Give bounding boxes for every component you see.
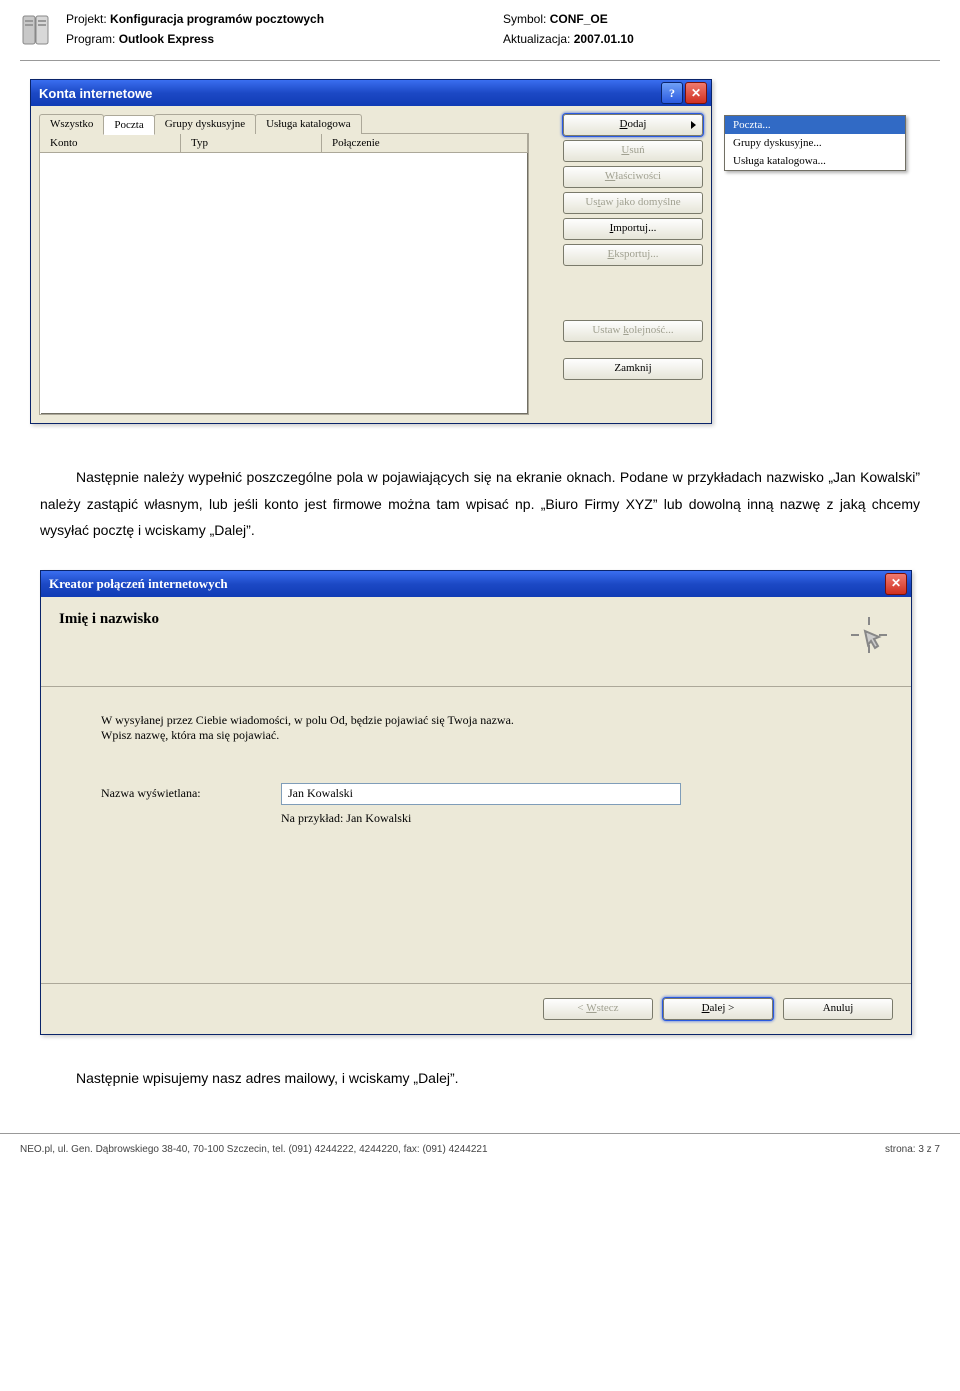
tab-directory[interactable]: Usługa katalogowa <box>255 114 362 134</box>
dialog-title: Konta internetowe <box>39 86 152 101</box>
set-default-button: Ustaw jako domyślne <box>563 192 703 214</box>
menu-item-mail[interactable]: Poczta... <box>725 116 905 134</box>
page-footer: NEO.pl, ul. Gen. Dąbrowskiego 38-40, 70-… <box>0 1133 960 1155</box>
header-rule <box>20 60 940 61</box>
col-account[interactable]: Konto <box>40 134 181 152</box>
cursor-click-icon <box>845 611 893 662</box>
tab-all[interactable]: Wszystko <box>39 114 104 134</box>
close-dialog-button[interactable]: Zamknij <box>563 358 703 380</box>
symbol-label: Symbol: CONF_OE <box>503 12 940 26</box>
projekt-label: Projekt: Konfiguracja programów pocztowy… <box>66 12 503 26</box>
program-label: Program: Outlook Express <box>66 32 503 46</box>
display-name-label: Nazwa wyświetlana: <box>101 786 281 801</box>
menu-item-news[interactable]: Grupy dyskusyjne... <box>725 134 905 152</box>
display-name-example: Na przykład: Jan Kowalski <box>281 811 851 826</box>
help-button[interactable]: ? <box>661 82 683 104</box>
document-header: Projekt: Konfiguracja programów pocztowy… <box>20 12 940 56</box>
tab-row: Wszystko Poczta Grupy dyskusyjne Usługa … <box>39 114 529 134</box>
wizard-heading: Imię i nazwisko <box>59 611 159 628</box>
internet-accounts-dialog: Konta internetowe ? ✕ Wszystko Poczta Gr… <box>30 79 712 424</box>
tab-news[interactable]: Grupy dyskusyjne <box>154 114 256 134</box>
col-type[interactable]: Typ <box>181 134 322 152</box>
next-button[interactable]: Dalej > <box>663 998 773 1020</box>
document-app-icon <box>20 12 56 48</box>
col-connection[interactable]: Połączenie <box>322 134 528 152</box>
footer-address: NEO.pl, ul. Gen. Dąbrowskiego 38-40, 70-… <box>20 1144 488 1155</box>
remove-button: Usuń <box>563 140 703 162</box>
add-button[interactable]: Dodaj <box>563 114 703 136</box>
tab-mail[interactable]: Poczta <box>103 115 154 135</box>
internet-connection-wizard: Kreator połączeń internetowych ✕ Imię i … <box>40 570 912 1035</box>
wizard-title: Kreator połączeń internetowych <box>49 576 228 592</box>
close-button[interactable]: ✕ <box>685 82 707 104</box>
accounts-list: Konto Typ Połączenie <box>39 133 529 415</box>
display-name-input[interactable] <box>281 783 681 805</box>
chevron-right-icon <box>691 121 696 129</box>
instruction-paragraph-1: Następnie należy wypełnić poszczególne p… <box>40 464 920 544</box>
dialog-titlebar[interactable]: Konta internetowe ? ✕ <box>31 80 711 106</box>
export-button: Eksportuj... <box>563 244 703 266</box>
wizard-desc-1: W wysyłanej przez Ciebie wiadomości, w p… <box>101 713 851 728</box>
aktual-label: Aktualizacja: 2007.01.10 <box>503 32 940 46</box>
properties-button: Właściwości <box>563 166 703 188</box>
wizard-desc-2: Wpisz nazwę, która ma się pojawiać. <box>101 728 851 743</box>
cancel-button[interactable]: Anuluj <box>783 998 893 1020</box>
instruction-paragraph-2: Następnie wpisujemy nasz adres mailowy, … <box>40 1065 920 1092</box>
footer-page: strona: 3 z 7 <box>885 1144 940 1155</box>
set-order-button: Ustaw kolejność... <box>563 320 703 342</box>
wizard-titlebar[interactable]: Kreator połączeń internetowych ✕ <box>41 571 911 597</box>
wizard-close-button[interactable]: ✕ <box>885 573 907 595</box>
menu-item-directory[interactable]: Usługa katalogowa... <box>725 152 905 170</box>
add-account-menu: Poczta... Grupy dyskusyjne... Usługa kat… <box>724 115 906 171</box>
import-button[interactable]: Importuj... <box>563 218 703 240</box>
back-button: < Wstecz <box>543 998 653 1020</box>
